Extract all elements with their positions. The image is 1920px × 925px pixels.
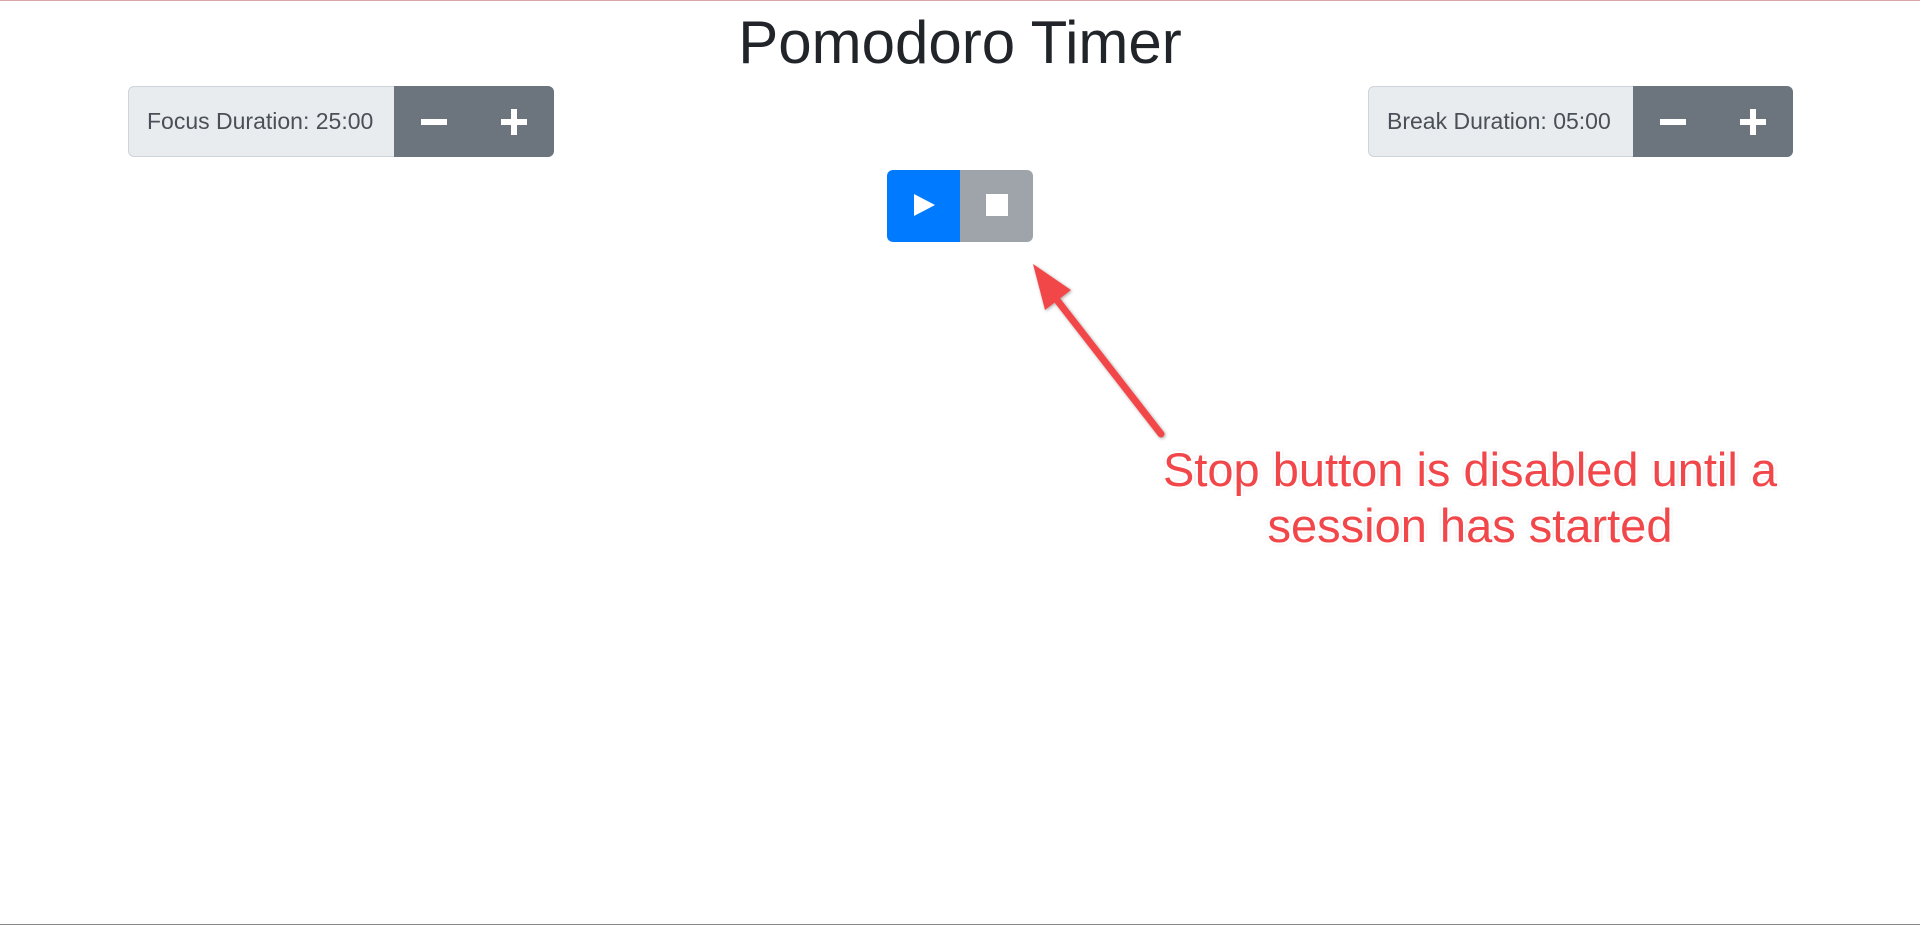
pomodoro-page: Pomodoro Timer Focus Duration: 25:00 Bre… <box>0 0 1920 925</box>
focus-duration-label: Focus Duration: 25:00 <box>128 86 394 157</box>
stop-button[interactable] <box>960 170 1033 242</box>
break-decrement-button[interactable] <box>1633 86 1713 157</box>
break-duration-group: Break Duration: 05:00 <box>1368 86 1793 157</box>
plus-icon <box>1738 107 1768 137</box>
timer-controls <box>887 170 1033 242</box>
stop-icon <box>985 193 1009 220</box>
minus-icon <box>1658 107 1688 137</box>
plus-icon <box>499 107 529 137</box>
focus-increment-button[interactable] <box>474 86 554 157</box>
focus-decrement-button[interactable] <box>394 86 474 157</box>
break-duration-label: Break Duration: 05:00 <box>1368 86 1633 157</box>
play-button[interactable] <box>887 170 960 242</box>
focus-duration-group: Focus Duration: 25:00 <box>128 86 554 157</box>
break-increment-button[interactable] <box>1713 86 1793 157</box>
annotation-text: Stop button is disabled until a session … <box>1162 443 1778 552</box>
minus-icon <box>419 107 449 137</box>
play-icon <box>911 192 937 221</box>
page-title: Pomodoro Timer <box>738 9 1182 76</box>
